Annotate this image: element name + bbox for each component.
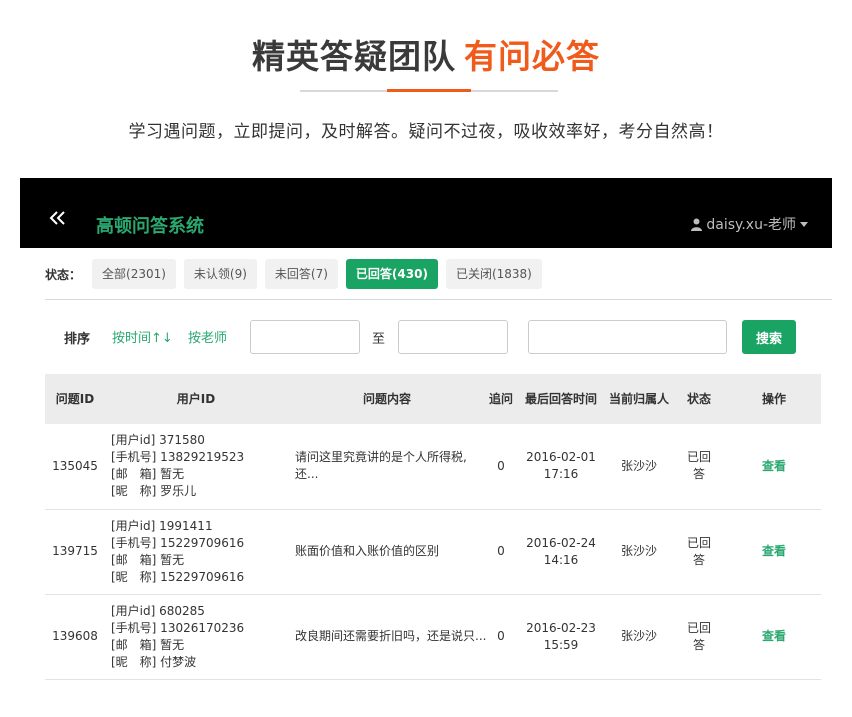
sort-by-teacher-link[interactable]: 按老师 xyxy=(188,327,227,346)
user-info-phone: [手机号] 15229709616 xyxy=(111,535,245,550)
view-link[interactable]: 查看 xyxy=(762,459,786,473)
user-info-id: [用户id] 371580 xyxy=(111,433,205,448)
status-line-2: 答 xyxy=(692,467,705,482)
last-answer-time: 2016-02-23 15:59 xyxy=(515,594,607,680)
question-id: 139715 xyxy=(45,509,105,595)
col-header-last-answer-time[interactable]: 最后回答时间 xyxy=(515,374,607,424)
user-info-email: [邮 箱] 暂无 xyxy=(111,467,185,482)
hero-divider xyxy=(300,89,558,92)
user-info-nickname: [昵 称] 15229709616 xyxy=(111,569,245,584)
tab-closed[interactable]: 已关闭(1838) xyxy=(445,259,542,289)
user-name: daisy.xu-老师 xyxy=(706,217,796,233)
owner: 张沙沙 xyxy=(607,594,671,680)
col-header-status[interactable]: 状态 xyxy=(671,374,727,424)
action-cell: 查看 xyxy=(727,594,821,680)
status-filter: 状态： 全部(2301) 未认领(9) 未回答(7) 已回答(430) 已关闭(… xyxy=(45,259,550,289)
last-answer-clock: 15:59 xyxy=(543,637,579,652)
tab-unanswered[interactable]: 未回答(7) xyxy=(264,259,338,289)
status: 已回 答 xyxy=(671,424,727,510)
followup-count: 0 xyxy=(487,509,515,595)
owner: 张沙沙 xyxy=(607,509,671,595)
action-cell: 查看 xyxy=(727,424,821,510)
tab-all[interactable]: 全部(2301) xyxy=(92,259,176,289)
col-header-action[interactable]: 操作 xyxy=(727,374,821,424)
status-line-2: 答 xyxy=(692,552,705,567)
app-header-bar: 高顿问答系统 daisy.xu-老师 xyxy=(20,178,832,248)
status-line-1: 已回 xyxy=(686,620,711,635)
hero-title: 精英答疑团队 有问必答 xyxy=(0,30,852,78)
user-info: [用户id] 680285 [手机号] 13026170236 [邮 箱] 暂无… xyxy=(105,594,287,680)
last-answer-time: 2016-02-01 17:16 xyxy=(515,424,607,510)
user-info-nickname: [昵 称] 罗乐儿 xyxy=(111,484,197,499)
user-info-id: [用户id] 1991411 xyxy=(111,518,213,533)
table-row: 139715 [用户id] 1991411 [手机号] 15229709616 … xyxy=(45,509,821,595)
question-id: 139608 xyxy=(45,594,105,680)
status: 已回 答 xyxy=(671,509,727,595)
last-answer-date: 2016-02-01 xyxy=(526,450,596,465)
table-row: 135045 [用户id] 371580 [手机号] 13829219523 [… xyxy=(45,424,821,510)
user-info-email: [邮 箱] 暂无 xyxy=(111,552,185,567)
hero-title-main: 精英答疑团队 xyxy=(252,37,456,76)
view-link[interactable]: 查看 xyxy=(762,629,786,643)
app-title: 高顿问答系统 xyxy=(96,216,204,237)
caret-down-icon xyxy=(800,221,808,227)
last-answer-clock: 14:16 xyxy=(543,552,579,567)
user-menu[interactable]: daisy.xu-老师 xyxy=(691,214,808,234)
hero-subtitle: 学习遇问题，立即提问，及时解答。疑问不过夜，吸收效率好，考分自然高！ xyxy=(128,122,724,142)
owner: 张沙沙 xyxy=(607,424,671,510)
status-line-1: 已回 xyxy=(686,450,711,465)
followup-count: 0 xyxy=(487,594,515,680)
hero-title-accent: 有问必答 xyxy=(464,37,600,76)
date-from-input[interactable] xyxy=(250,320,360,354)
double-chevron-left-icon[interactable] xyxy=(48,210,66,226)
tab-unclaimed[interactable]: 未认领(9) xyxy=(183,259,257,289)
view-link[interactable]: 查看 xyxy=(762,544,786,558)
table-header-row: 问题ID 用户ID 问题内容 追问 最后回答时间 当前归属人 状态 操作 xyxy=(45,374,821,424)
last-answer-date: 2016-02-24 xyxy=(526,535,596,550)
question-content[interactable]: 账面价值和入账价值的区别 xyxy=(287,509,487,595)
status: 已回 答 xyxy=(671,594,727,680)
user-icon xyxy=(691,218,703,231)
tab-answered[interactable]: 已回答(430) xyxy=(345,259,438,289)
table-row: 139608 [用户id] 680285 [手机号] 13026170236 [… xyxy=(45,594,821,680)
user-info-nickname: [昵 称] 付梦波 xyxy=(111,654,197,669)
followup-count: 0 xyxy=(487,424,515,510)
last-answer-time: 2016-02-24 14:16 xyxy=(515,509,607,595)
last-answer-date: 2016-02-23 xyxy=(526,620,596,635)
question-content[interactable]: 请问这里究竟讲的是个人所得税,还... xyxy=(287,424,487,510)
user-info-id: [用户id] 680285 xyxy=(111,603,205,618)
status-line-2: 答 xyxy=(692,637,705,652)
date-range-to-label: 至 xyxy=(372,332,386,347)
col-header-owner[interactable]: 当前归属人 xyxy=(607,374,671,424)
user-info-phone: [手机号] 13026170236 xyxy=(111,620,245,635)
hero-divider-accent xyxy=(387,89,471,92)
sort-by-time-link[interactable]: 按时间↑↓ xyxy=(112,327,173,346)
col-header-user-id[interactable]: 用户ID xyxy=(105,374,287,424)
sort-label: 排序 xyxy=(64,332,91,347)
last-answer-clock: 17:16 xyxy=(543,467,579,482)
question-id: 135045 xyxy=(45,424,105,510)
question-content[interactable]: 改良期间还需要折旧吗，还是说只... xyxy=(287,594,487,680)
filter-divider xyxy=(45,299,832,300)
status-label: 状态： xyxy=(45,267,82,282)
date-to-input[interactable] xyxy=(398,320,508,354)
search-input[interactable] xyxy=(528,320,727,354)
search-button[interactable]: 搜索 xyxy=(742,320,796,354)
status-line-1: 已回 xyxy=(686,535,711,550)
col-header-content[interactable]: 问题内容 xyxy=(287,374,487,424)
user-info: [用户id] 371580 [手机号] 13829219523 [邮 箱] 暂无… xyxy=(105,424,287,510)
col-header-question-id[interactable]: 问题ID xyxy=(45,374,105,424)
questions-table: 问题ID 用户ID 问题内容 追问 最后回答时间 当前归属人 状态 操作 135… xyxy=(45,374,821,680)
action-cell: 查看 xyxy=(727,509,821,595)
col-header-followups[interactable]: 追问 xyxy=(487,374,515,424)
user-info-email: [邮 箱] 暂无 xyxy=(111,637,185,652)
user-info: [用户id] 1991411 [手机号] 15229709616 [邮 箱] 暂… xyxy=(105,509,287,595)
user-info-phone: [手机号] 13829219523 xyxy=(111,450,245,465)
